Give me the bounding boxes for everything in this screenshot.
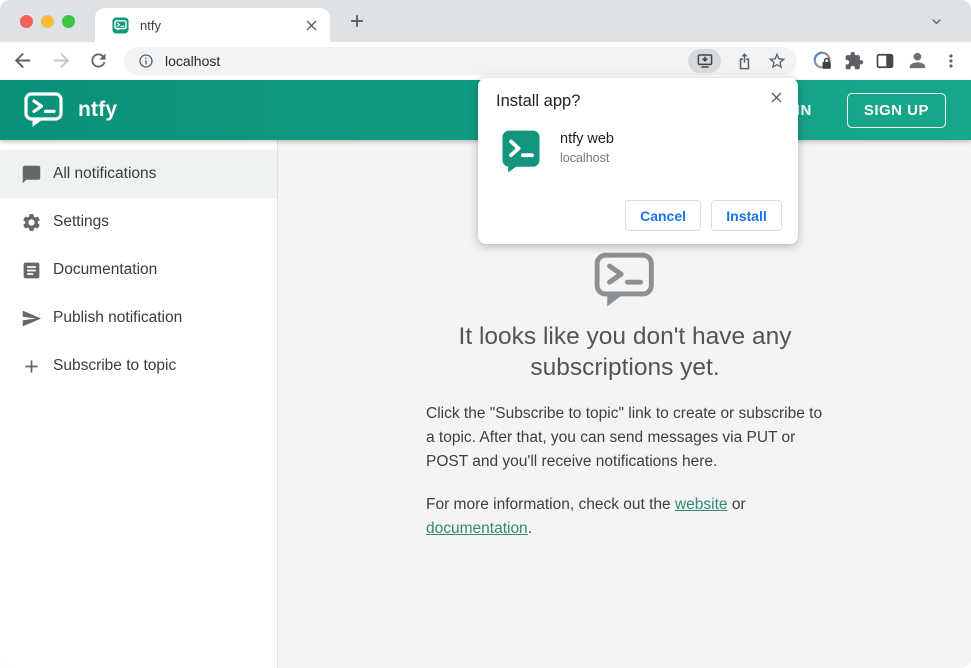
ntfy-logo-icon <box>24 92 63 127</box>
paragraph-text: . <box>527 520 532 537</box>
extensions-puzzle-icon[interactable] <box>844 51 864 71</box>
sidebar-item-label: Subscribe to topic <box>53 357 177 374</box>
sidebar-nav: All notifications Settings Documentation… <box>0 140 278 668</box>
dialog-app-row: ntfy web localhost <box>502 130 782 173</box>
documentation-link[interactable]: documentation <box>426 520 528 537</box>
dialog-app-name: ntfy web <box>560 131 614 147</box>
chat-icon <box>22 165 41 183</box>
dialog-close-icon[interactable] <box>768 89 785 106</box>
sidebar-item-subscribe-to-topic[interactable]: Subscribe to topic <box>0 342 277 390</box>
tab-title: ntfy <box>140 17 161 33</box>
gear-icon <box>23 213 40 231</box>
sidebar-item-label: Settings <box>53 213 110 230</box>
install-app-icon <box>697 54 712 68</box>
sidebar-item-publish-notification[interactable]: Publish notification <box>0 294 277 342</box>
tab-close-icon[interactable] <box>303 17 320 34</box>
sidebar-item-settings[interactable]: Settings <box>0 198 277 246</box>
app-title: ntfy <box>78 98 118 121</box>
plus-icon <box>25 359 38 373</box>
empty-state-paragraph: Click the "Subscribe to topic" link to c… <box>426 405 823 470</box>
browser-menu-kebab-icon[interactable] <box>941 51 961 71</box>
sidebar-item-label: Documentation <box>53 261 158 278</box>
browser-window: ntfy localhost ntfy IN SIGN UP All notif… <box>0 0 971 668</box>
forward-icon[interactable] <box>50 49 73 72</box>
sign-up-button[interactable]: SIGN UP <box>846 92 946 128</box>
bookmark-star-icon[interactable] <box>767 51 787 71</box>
cancel-button[interactable]: Cancel <box>625 200 701 231</box>
tab-search-chevron-icon[interactable] <box>928 13 945 30</box>
browser-tab[interactable]: ntfy <box>95 8 330 42</box>
dialog-title: Install app? <box>496 92 581 110</box>
ntfy-app-icon <box>502 130 540 173</box>
install-app-omnibox-button[interactable] <box>688 49 721 73</box>
tab-strip: ntfy <box>0 0 971 42</box>
empty-state-heading: It looks like you don't have any subscri… <box>458 323 792 381</box>
dialog-app-text: ntfy web localhost <box>560 130 614 173</box>
sidebar-item-label: Publish notification <box>53 309 183 326</box>
ntfy-favicon-icon <box>112 16 129 34</box>
ntfy-logo-gray-icon <box>594 252 654 307</box>
minimize-window-button[interactable] <box>41 15 54 28</box>
sidebar-item-label: All notifications <box>53 165 157 182</box>
maximize-window-button[interactable] <box>62 15 75 28</box>
install-app-dialog: Install app? ntfy web localhost Cancel I… <box>478 78 798 244</box>
article-icon <box>23 262 40 278</box>
close-window-button[interactable] <box>20 15 33 28</box>
side-panel-icon[interactable] <box>875 51 895 71</box>
empty-state-links-paragraph: For more information, check out the webs… <box>426 493 824 541</box>
address-bar[interactable]: localhost <box>124 47 797 75</box>
profile-avatar-icon[interactable] <box>906 49 929 72</box>
reload-icon[interactable] <box>88 50 109 71</box>
paragraph-text: or <box>727 496 746 513</box>
privacy-extension-icon[interactable] <box>812 50 834 72</box>
share-icon[interactable] <box>735 52 754 71</box>
dialog-app-origin: localhost <box>560 151 610 165</box>
back-icon[interactable] <box>11 49 34 72</box>
sidebar-item-documentation[interactable]: Documentation <box>0 246 277 294</box>
empty-state: It looks like you don't have any subscri… <box>426 252 824 541</box>
sidebar-item-all-notifications[interactable]: All notifications <box>0 150 277 198</box>
new-tab-button[interactable] <box>347 11 367 31</box>
paragraph-text: For more information, check out the <box>426 496 675 513</box>
install-button[interactable]: Install <box>711 200 782 231</box>
browser-toolbar: localhost <box>0 42 971 80</box>
dialog-actions: Cancel Install <box>625 200 782 231</box>
site-info-icon[interactable] <box>138 53 154 69</box>
url-text[interactable]: localhost <box>165 53 688 69</box>
website-link[interactable]: website <box>675 496 728 513</box>
send-icon <box>22 310 42 326</box>
